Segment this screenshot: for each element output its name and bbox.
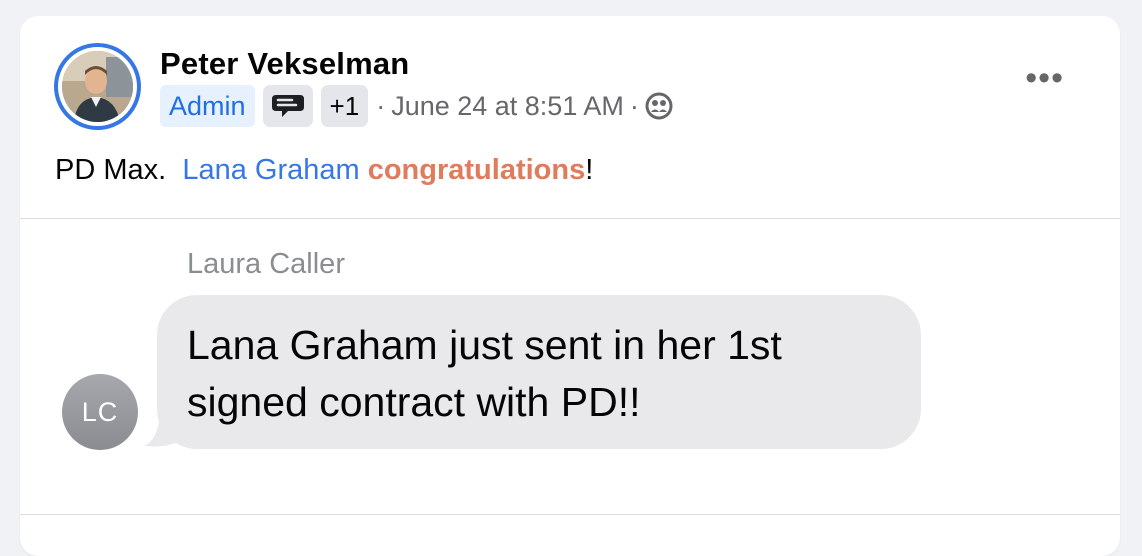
- group-icon: [645, 92, 673, 120]
- conversation-badge[interactable]: [262, 85, 313, 127]
- post-timestamp[interactable]: June 24 at 8:51 AM: [391, 91, 624, 122]
- message-bubble: Lana Graham just sent in her 1st signed …: [157, 295, 921, 449]
- divider: [20, 514, 1120, 515]
- highlight-word: congratulations: [367, 154, 586, 186]
- post-body: PD Max. Lana Graham congratulations!: [55, 154, 593, 187]
- divider: [20, 218, 1120, 219]
- separator: ·: [629, 90, 639, 121]
- more-badges-count[interactable]: +1: [320, 85, 369, 127]
- admin-badge[interactable]: Admin: [160, 85, 255, 127]
- message-sender: Laura Caller: [187, 248, 345, 280]
- sender-avatar: LC: [62, 374, 138, 450]
- person-photo-icon: [62, 51, 133, 122]
- author-photo: [62, 51, 133, 122]
- post-text-suffix: !: [585, 154, 594, 186]
- author-name[interactable]: Peter Vekselman: [160, 46, 409, 82]
- post-card: Peter Vekselman Admin +1 · June 24 at 8:…: [20, 16, 1120, 556]
- mention-link[interactable]: Lana Graham: [182, 154, 359, 186]
- post-info: · June 24 at 8:51 AM ·: [376, 91, 673, 122]
- more-options-icon[interactable]: •••: [1025, 61, 1064, 95]
- chat-bubbles-icon: [271, 95, 304, 117]
- author-avatar[interactable]: [54, 43, 141, 130]
- separator: ·: [376, 90, 386, 121]
- post-meta: Admin +1 · June 24 at 8:51 AM ·: [160, 84, 673, 128]
- post-text-prefix: PD Max.: [55, 154, 167, 186]
